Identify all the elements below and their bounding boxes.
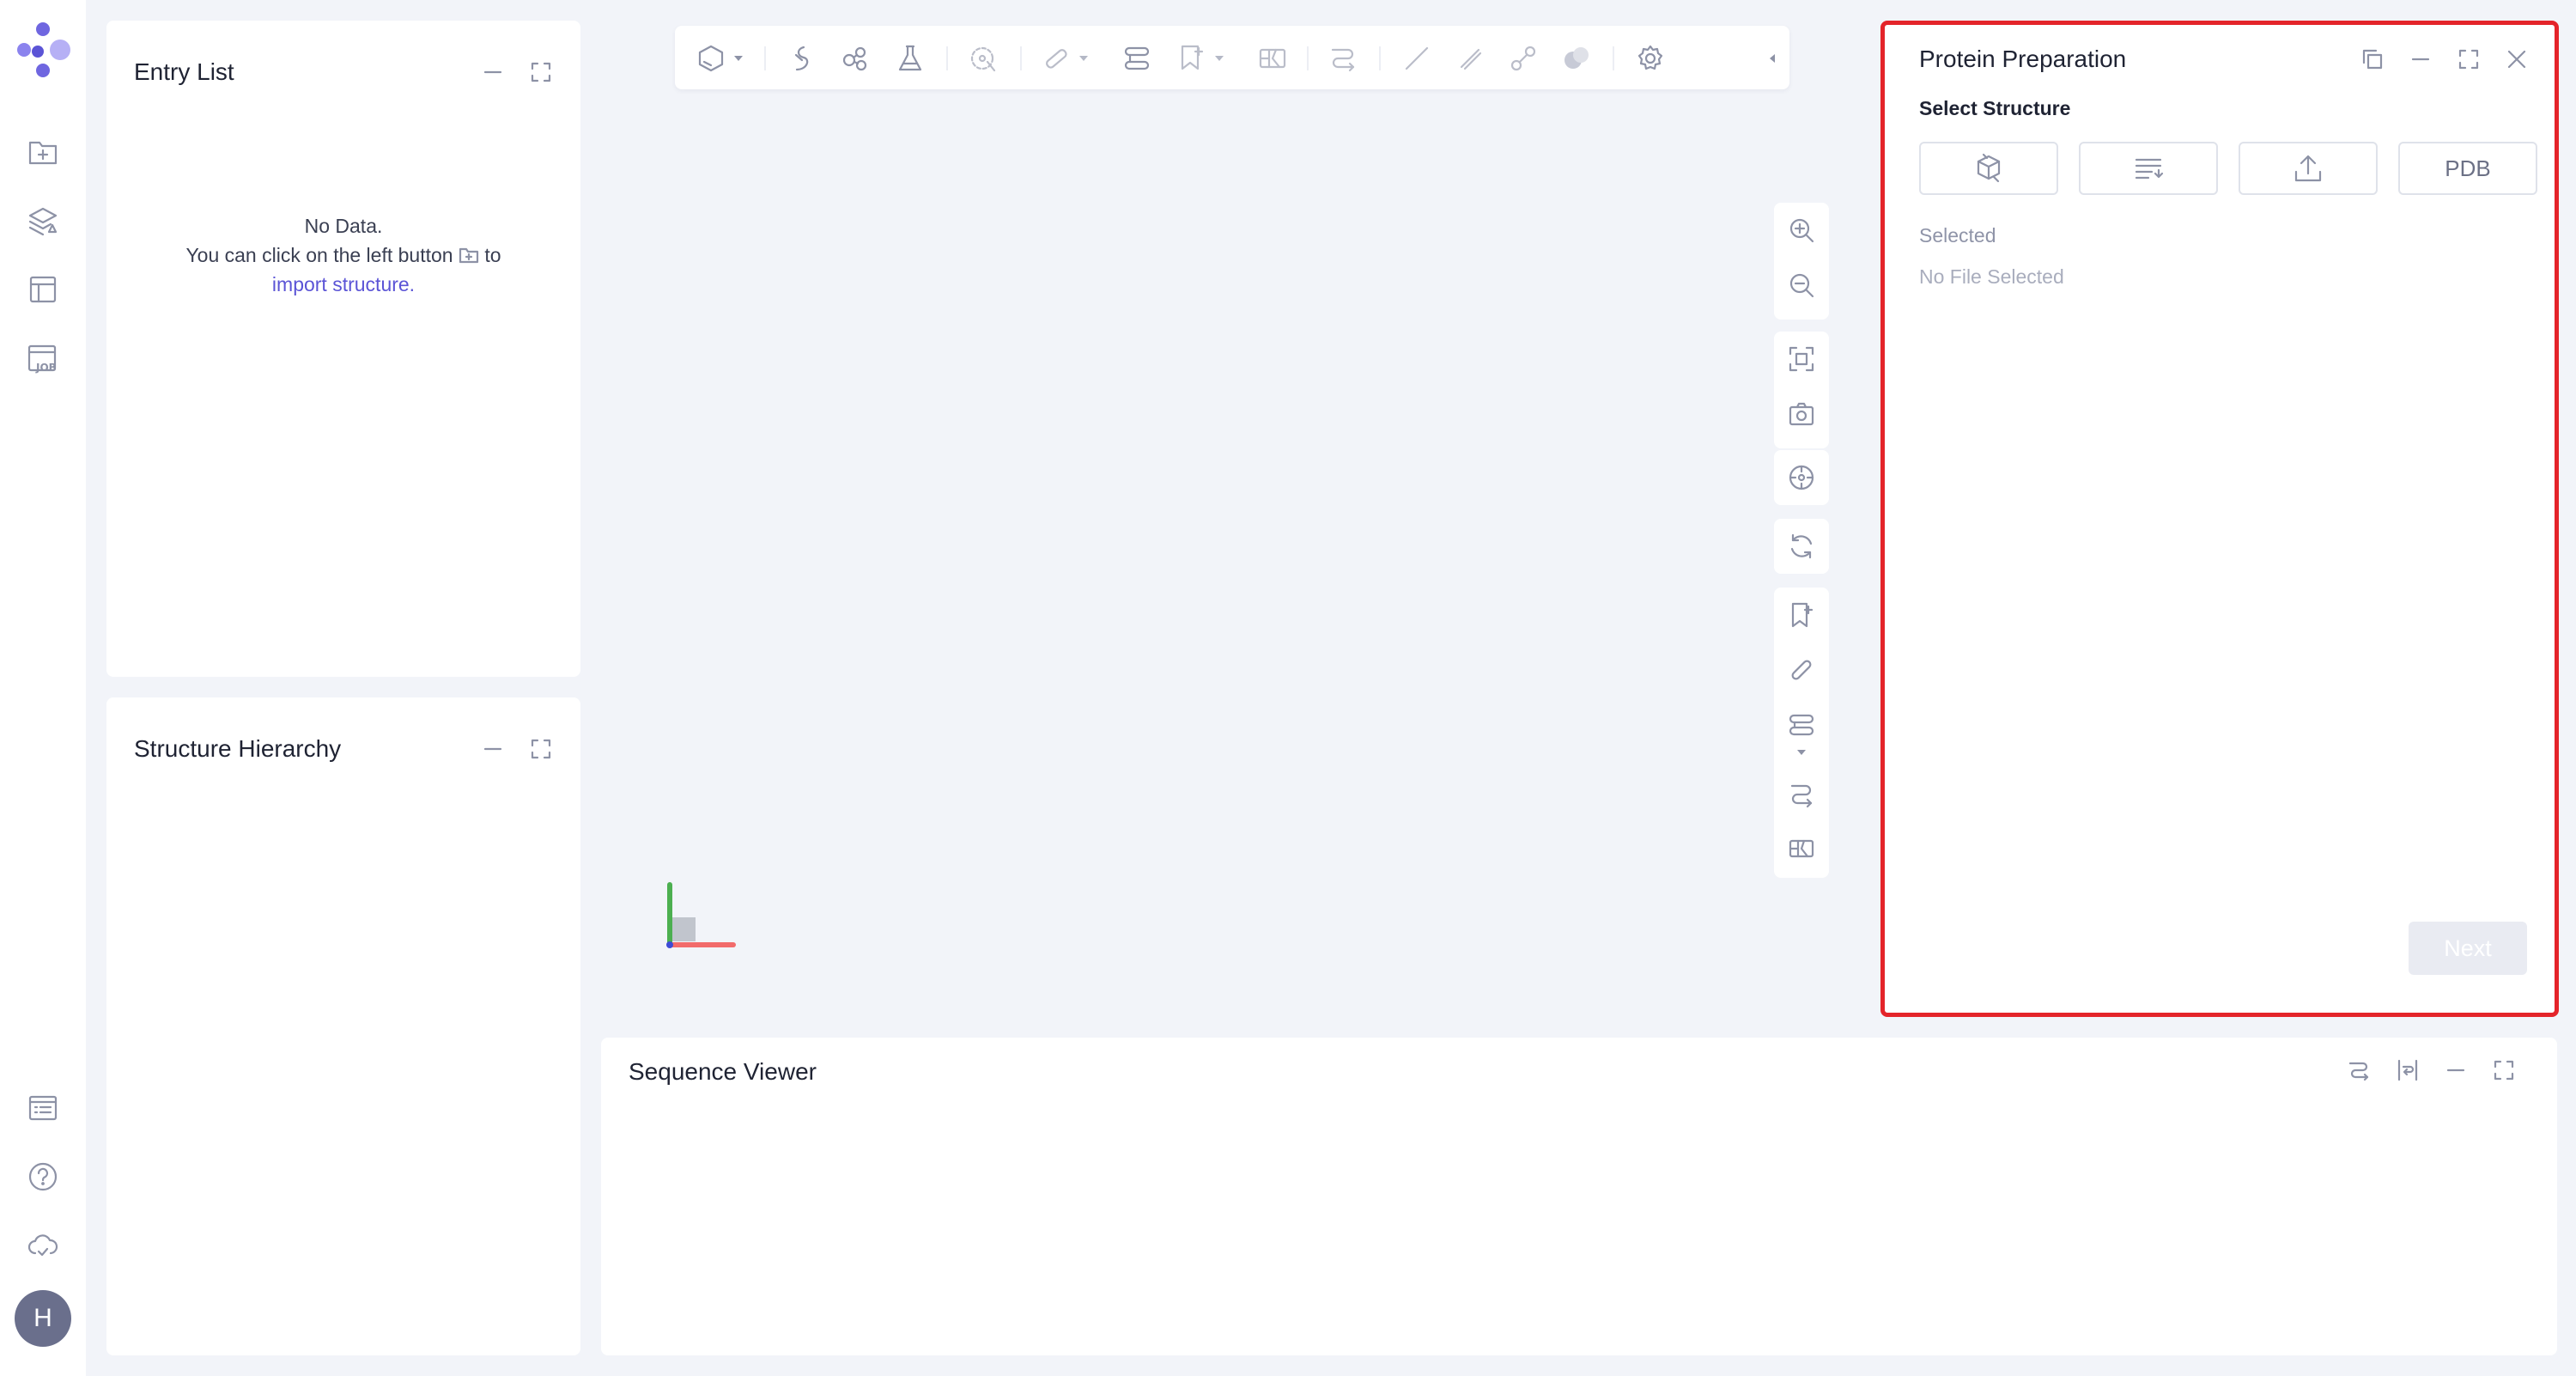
annotation-tools: [1774, 588, 1829, 878]
toolbar-separator: [1020, 46, 1022, 70]
measure-icon[interactable]: [1784, 653, 1819, 687]
view-tools: [1774, 332, 1829, 448]
minimize-icon[interactable]: [2407, 46, 2434, 73]
center-tool: [1774, 450, 1829, 505]
toolbar-separator: [764, 46, 766, 70]
ribbon-icon[interactable]: [783, 41, 817, 76]
detach-icon[interactable]: [2359, 46, 2386, 73]
selected-label: Selected: [1919, 224, 1996, 247]
align-structures-icon[interactable]: [1784, 776, 1819, 811]
rotate-tool: [1774, 519, 1829, 574]
list-icon: [2135, 158, 2164, 180]
ball-stick-icon[interactable]: [1506, 41, 1540, 76]
next-button[interactable]: Next: [2409, 922, 2527, 975]
toolbar-separator: [1379, 46, 1381, 70]
line-icon[interactable]: [1400, 41, 1434, 76]
bookmark-icon[interactable]: [1175, 41, 1209, 76]
panel-actions: [2346, 1056, 2518, 1084]
protein-preparation-panel: Protein Preparation Select Structure PDB…: [1880, 21, 2559, 1017]
job-icon[interactable]: JOB: [24, 340, 62, 378]
sequence-viewer-panel: Sequence Viewer: [601, 1038, 2557, 1355]
bookmark-add-icon[interactable]: [1784, 598, 1819, 632]
chevron-down-icon[interactable]: [1784, 744, 1819, 761]
select-from-list-button[interactable]: [2079, 142, 2218, 195]
center-target-icon[interactable]: [1784, 460, 1819, 495]
display-style-icon[interactable]: [694, 41, 728, 76]
panel-title: Sequence Viewer: [629, 1058, 817, 1085]
import-structure-link[interactable]: import structure.: [272, 273, 415, 295]
panel-actions: [479, 735, 555, 763]
panel-title: Structure Hierarchy: [134, 735, 342, 762]
app-logo-icon: [12, 19, 74, 79]
surface-map-icon[interactable]: [1255, 41, 1290, 76]
align-structures-icon[interactable]: [1326, 41, 1360, 76]
user-avatar[interactable]: H: [15, 1290, 71, 1347]
maximize-icon[interactable]: [2490, 1056, 2518, 1084]
chevron-down-icon[interactable]: [1073, 41, 1094, 76]
select-from-workspace-button[interactable]: [1919, 142, 2058, 195]
measure-icon[interactable]: [1039, 41, 1073, 76]
upload-icon: [2294, 155, 2322, 182]
rotate-icon[interactable]: [1784, 529, 1819, 563]
section-title: Select Structure: [1919, 97, 2071, 119]
pdb-button[interactable]: PDB: [2398, 142, 2537, 195]
close-icon[interactable]: [2503, 46, 2530, 73]
structure-hierarchy-panel: Structure Hierarchy: [106, 697, 580, 1355]
interaction-icon[interactable]: [1784, 708, 1819, 742]
zoom-in-icon[interactable]: [1784, 213, 1819, 247]
stick-icon[interactable]: [1453, 41, 1487, 76]
toolbar-separator: [946, 46, 948, 70]
spacefill-icon[interactable]: [1559, 41, 1594, 76]
minimize-icon[interactable]: [2442, 1056, 2470, 1084]
fit-view-icon[interactable]: [1784, 342, 1819, 376]
gear-icon[interactable]: [1633, 41, 1668, 76]
table-icon[interactable]: [24, 271, 62, 308]
left-rail: JOB H: [0, 0, 86, 1376]
interaction-icon[interactable]: [1120, 41, 1154, 76]
structure-cube-icon: [1977, 153, 2001, 183]
zoom-tools: [1774, 203, 1829, 320]
folder-plus-icon: [459, 247, 479, 264]
select-atom-icon[interactable]: [967, 41, 1001, 76]
maximize-icon[interactable]: [527, 735, 555, 763]
surface-map-icon[interactable]: [1784, 831, 1819, 866]
import-structure-icon[interactable]: [24, 133, 62, 171]
collapse-toolbar-icon[interactable]: [1762, 41, 1783, 76]
align-sequence-icon[interactable]: [2346, 1056, 2373, 1084]
maximize-icon[interactable]: [527, 58, 555, 86]
axes-indicator: [661, 881, 738, 953]
toolbar-separator: [1613, 46, 1614, 70]
viewer-toolbar: [675, 26, 1789, 89]
panel-actions: [479, 58, 555, 86]
chevron-down-icon[interactable]: [728, 41, 749, 76]
toolbar-separator: [1307, 46, 1309, 70]
panel-actions: [2359, 46, 2530, 73]
zoom-out-icon[interactable]: [1784, 268, 1819, 302]
entry-list-panel: Entry List No Data. You can click on the…: [106, 21, 580, 677]
flask-icon[interactable]: [893, 41, 927, 76]
minimize-icon[interactable]: [479, 735, 507, 763]
cloud-sync-icon[interactable]: [24, 1227, 62, 1264]
panel-title: Protein Preparation: [1919, 46, 2127, 72]
wrap-sequence-icon[interactable]: [2394, 1056, 2421, 1084]
upload-file-button[interactable]: [2239, 142, 2378, 195]
chevron-down-icon[interactable]: [1209, 41, 1230, 76]
empty-message: No Data. You can click on the left butto…: [185, 215, 501, 295]
camera-icon[interactable]: [1784, 397, 1819, 431]
maximize-icon[interactable]: [2455, 46, 2482, 73]
molecule-icon[interactable]: [838, 41, 872, 76]
svg-text:JOB: JOB: [35, 362, 57, 374]
task-list-icon[interactable]: [24, 1089, 62, 1127]
selected-file-value: No File Selected: [1919, 265, 2064, 288]
help-icon[interactable]: [24, 1158, 62, 1196]
layers-icon[interactable]: [24, 202, 62, 240]
panel-title: Entry List: [134, 58, 234, 85]
minimize-icon[interactable]: [479, 58, 507, 86]
